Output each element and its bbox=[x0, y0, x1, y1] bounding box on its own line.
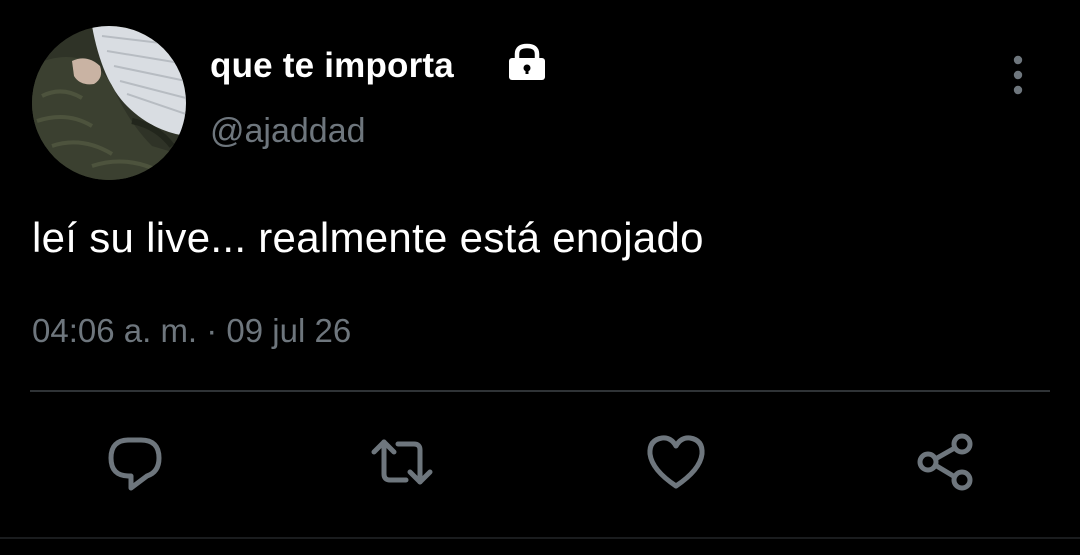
display-name[interactable]: que te importa bbox=[210, 46, 454, 86]
reply-button[interactable] bbox=[103, 430, 167, 494]
retweet-button[interactable] bbox=[370, 430, 434, 494]
like-button[interactable] bbox=[644, 430, 708, 494]
tweet-card: que te importa @ajaddad leí su live... r… bbox=[0, 0, 1080, 555]
tweet-text: leí su live... realmente está enojado bbox=[32, 214, 704, 261]
retweet-icon bbox=[371, 439, 433, 485]
avatar[interactable] bbox=[32, 26, 186, 180]
reply-icon bbox=[108, 437, 162, 491]
lock-icon bbox=[505, 42, 549, 82]
avatar-image bbox=[32, 26, 186, 180]
share-icon bbox=[917, 433, 973, 491]
divider bbox=[30, 390, 1050, 392]
bottom-divider bbox=[0, 537, 1080, 539]
more-vertical-icon[interactable] bbox=[1000, 54, 1036, 96]
tweet-timestamp: 04:06 a. m. · 09 jul 26 bbox=[32, 312, 352, 349]
share-button[interactable] bbox=[914, 430, 978, 494]
user-handle[interactable]: @ajaddad bbox=[210, 112, 366, 151]
heart-icon bbox=[647, 435, 705, 489]
